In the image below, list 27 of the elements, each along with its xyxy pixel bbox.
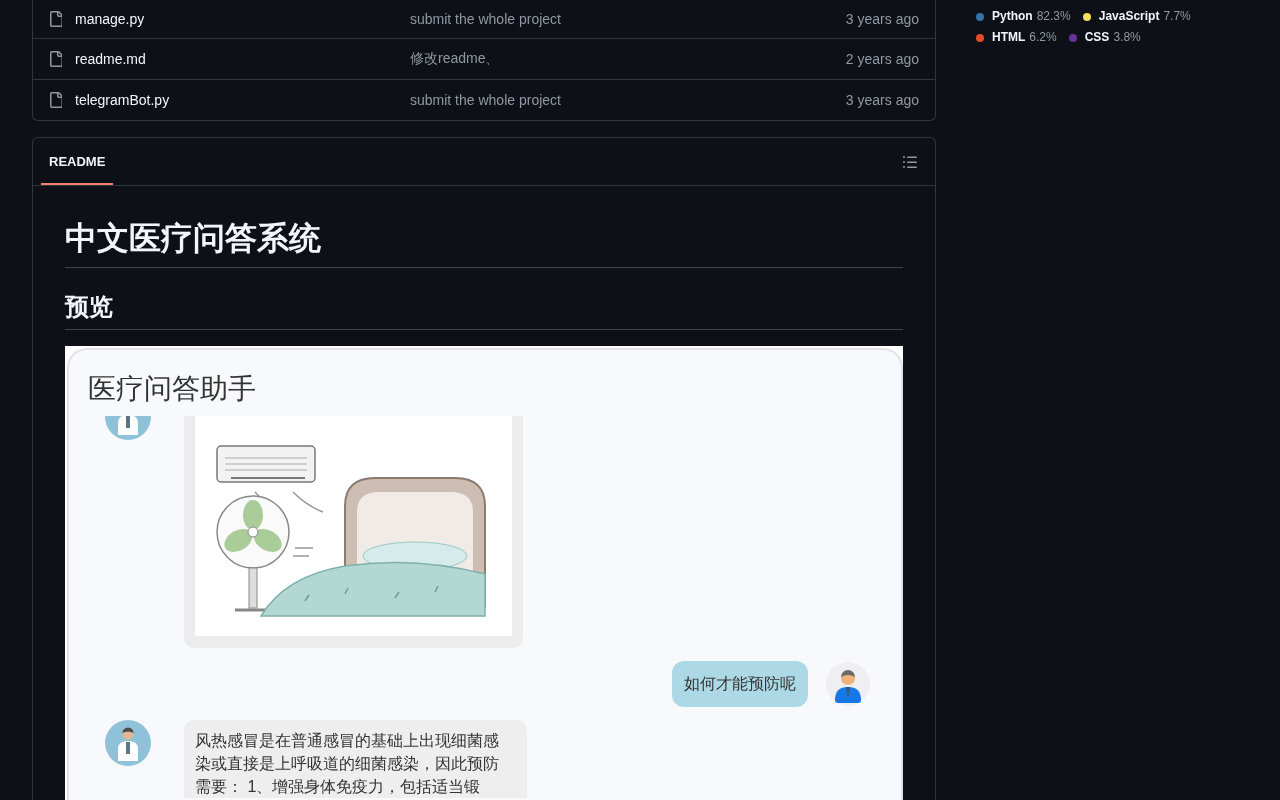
chat-message: 如何才能预防呢 [672,661,808,707]
file-icon [50,92,62,108]
language-name[interactable]: JavaScript [1098,6,1160,27]
file-icon [50,11,62,27]
commit-message[interactable]: submit the whole project [410,92,561,108]
language-name[interactable]: CSS [1084,27,1110,48]
language-percent: 3.8% [1113,29,1141,46]
commit-time: 3 years ago [845,92,919,108]
section-heading: 预览 [65,292,903,330]
readme-title: 中文医疗问答系统 [65,218,903,268]
commit-message[interactable]: submit the whole project [410,11,561,27]
file-name[interactable]: telegramBot.py [75,92,170,108]
chat-app-title: 医疗问答助手 [87,372,257,406]
list-icon[interactable] [903,155,917,168]
readme-tab[interactable]: README [41,138,114,185]
chat-message: 风热感冒是在普通感冒的基础上出现细菌感染或直接是上呼吸道的细菌感染，因此预防需要： 1、增强身体免疫力，包括适当锻 [184,720,527,798]
commit-time: 2 years ago [845,51,919,67]
language-percent: 7.7% [1163,8,1191,25]
file-icon [50,51,62,67]
language-percent: 6.2% [1029,29,1057,46]
commit-message[interactable]: 修改readme、 [410,50,500,68]
file-name[interactable]: readme.md [75,51,146,67]
language-name[interactable]: HTML [992,27,1026,48]
file-name[interactable]: manage.py [75,11,145,27]
commit-time: 3 years ago [845,11,919,27]
language-name[interactable]: Python [992,6,1033,27]
language-percent: 82.3% [1036,8,1071,25]
